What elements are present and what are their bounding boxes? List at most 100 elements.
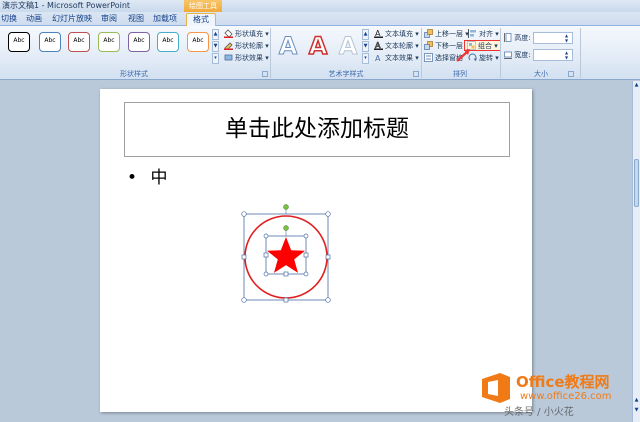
height-row: 高度: <box>504 33 531 44</box>
wordart-style-outline-blue[interactable]: A <box>276 31 300 61</box>
bullet-item[interactable]: • 中 <box>127 167 167 189</box>
shape-fill-label: 形状填充 <box>235 30 263 38</box>
text-effects-icon: A <box>374 53 383 63</box>
watermark: Office教程网 www.office26.com 头条号 / 小火花 <box>472 371 632 419</box>
wordart-gallery-more-icon[interactable]: ▾ <box>362 53 369 64</box>
wordart-gallery-up-icon[interactable]: ▲ <box>362 29 369 40</box>
title-placeholder[interactable]: 单击此处添加标题 <box>124 102 510 157</box>
drawing-tools-context-label: 绘图工具 <box>184 0 222 12</box>
group-divider <box>500 28 501 78</box>
previous-slide-icon[interactable]: ▲ <box>633 396 640 404</box>
resize-handle[interactable] <box>263 233 269 239</box>
tab-slideshow[interactable]: 幻灯片放映 <box>52 13 92 26</box>
scroll-up-icon[interactable]: ▲ <box>633 81 640 89</box>
text-outline-label: 文本轮廓 <box>385 42 413 50</box>
shape-outline-button[interactable]: 形状轮廓 ▾ <box>224 41 269 52</box>
resize-handle[interactable] <box>263 271 269 277</box>
width-row: 宽度: <box>504 50 531 61</box>
shape-fill-button[interactable]: 形状填充 ▾ <box>224 29 269 40</box>
align-label: 对齐 <box>479 30 493 38</box>
pointer-arrow-icon <box>456 48 472 62</box>
shape-style-swatch[interactable]: Abc <box>128 32 150 52</box>
watermark-caption: 头条号 / 小火花 <box>504 407 574 418</box>
shape-effects-button[interactable]: 形状效果 ▾ <box>224 53 269 64</box>
resize-handle[interactable] <box>325 297 331 303</box>
window-title: 演示文稿1 - Microsoft PowerPoint <box>2 1 131 10</box>
arrange-group-label: 排列 <box>453 70 467 78</box>
spin-down-icon[interactable]: ▼ <box>565 38 571 43</box>
wordart-gallery-down-icon[interactable]: ▼ <box>362 41 369 52</box>
shape-styles-group-label: 形状样式 <box>120 70 148 78</box>
red-star-shape[interactable] <box>267 237 305 273</box>
rotation-handle[interactable] <box>283 225 289 231</box>
svg-text:A: A <box>375 54 381 62</box>
resize-handle[interactable] <box>325 211 331 217</box>
text-outline-icon: A <box>374 41 383 50</box>
gallery-more-icon[interactable]: ▾ <box>212 53 219 64</box>
resize-handle[interactable] <box>241 297 247 303</box>
tab-format[interactable]: 格式 <box>186 13 216 26</box>
bring-forward-icon <box>424 29 433 38</box>
group-divider <box>270 28 271 78</box>
resize-handle[interactable] <box>241 254 247 260</box>
rotation-handle[interactable] <box>283 204 289 210</box>
resize-handle[interactable] <box>241 211 247 217</box>
editing-workspace: 单击此处添加标题 • 中 ▲ ▲ ▼ Office教程网 www.office2… <box>0 81 640 422</box>
tab-review[interactable]: 审阅 <box>101 13 117 26</box>
vertical-scrollbar[interactable]: ▲ ▲ ▼ <box>632 81 640 422</box>
align-button[interactable]: 对齐 ▾ <box>468 29 499 40</box>
shape-outline-label: 形状轮廓 <box>235 42 263 50</box>
shape-style-swatch[interactable]: Abc <box>8 32 30 52</box>
text-fill-label: 文本填充 <box>385 30 413 38</box>
width-label: 宽度: <box>514 51 531 59</box>
resize-handle[interactable] <box>283 297 289 303</box>
scroll-thumb[interactable] <box>634 159 639 207</box>
shape-style-swatch[interactable]: Abc <box>157 32 179 52</box>
resize-handle[interactable] <box>263 252 269 258</box>
resize-handle[interactable] <box>303 271 309 277</box>
resize-handle[interactable] <box>303 252 309 258</box>
shape-styles-launcher-icon[interactable] <box>262 71 268 77</box>
text-fill-button[interactable]: A 文本填充 ▾ <box>374 29 419 40</box>
next-slide-icon[interactable]: ▼ <box>633 406 640 414</box>
resize-handle[interactable] <box>283 271 289 277</box>
size-launcher-icon[interactable] <box>568 71 574 77</box>
width-input[interactable]: ▲ ▼ <box>533 49 573 61</box>
selection-pane-icon <box>424 53 433 62</box>
text-effects-button[interactable]: A 文本效果 ▾ <box>374 53 419 64</box>
wordart-group-label: 艺术字样式 <box>328 70 364 78</box>
height-input[interactable]: ▲ ▼ <box>533 32 573 44</box>
title-bar: 演示文稿1 - Microsoft PowerPoint 绘图工具 <box>0 0 640 12</box>
bring-forward-button[interactable]: 上移一层 ▾ <box>424 29 469 40</box>
shape-style-swatch[interactable]: Abc <box>98 32 120 52</box>
ribbon: Abc Abc Abc Abc Abc Abc Abc ▲ ▼ ▾ 形状填充 ▾… <box>0 26 640 80</box>
wordart-style-outline-red[interactable]: A <box>306 31 330 61</box>
gallery-down-icon[interactable]: ▼ <box>212 41 219 52</box>
tab-transitions[interactable]: 切换 <box>1 13 17 26</box>
send-backward-icon <box>424 41 433 50</box>
wordart-style-outline-gray[interactable]: A <box>336 31 360 61</box>
shape-style-swatch[interactable]: Abc <box>68 32 90 52</box>
spin-down-icon[interactable]: ▼ <box>565 55 571 60</box>
gallery-up-icon[interactable]: ▲ <box>212 29 219 40</box>
shape-style-swatch[interactable]: Abc <box>39 32 61 52</box>
tab-animations[interactable]: 动画 <box>26 13 42 26</box>
ribbon-tabs: 切换 动画 幻灯片放映 审阅 视图 加载项 格式 <box>0 12 640 26</box>
tab-addins[interactable]: 加载项 <box>153 13 177 26</box>
office-logo-icon <box>482 373 510 403</box>
height-label: 高度: <box>514 34 531 42</box>
selected-shapes-group[interactable] <box>236 204 336 308</box>
align-icon <box>468 29 477 38</box>
shape-style-swatch[interactable]: Abc <box>187 32 209 52</box>
text-effects-label: 文本效果 <box>385 54 413 62</box>
height-icon <box>504 33 512 42</box>
rotate-button[interactable]: 旋转 ▾ <box>468 53 499 64</box>
slide-canvas[interactable]: 单击此处添加标题 • 中 <box>100 89 532 412</box>
pencil-icon <box>224 41 233 51</box>
text-outline-button[interactable]: A 文本轮廓 ▾ <box>374 41 419 52</box>
shape-effects-label: 形状效果 <box>235 54 263 62</box>
tab-view[interactable]: 视图 <box>128 13 144 26</box>
resize-handle[interactable] <box>303 233 309 239</box>
wordart-launcher-icon[interactable] <box>413 71 419 77</box>
resize-handle[interactable] <box>325 254 331 260</box>
